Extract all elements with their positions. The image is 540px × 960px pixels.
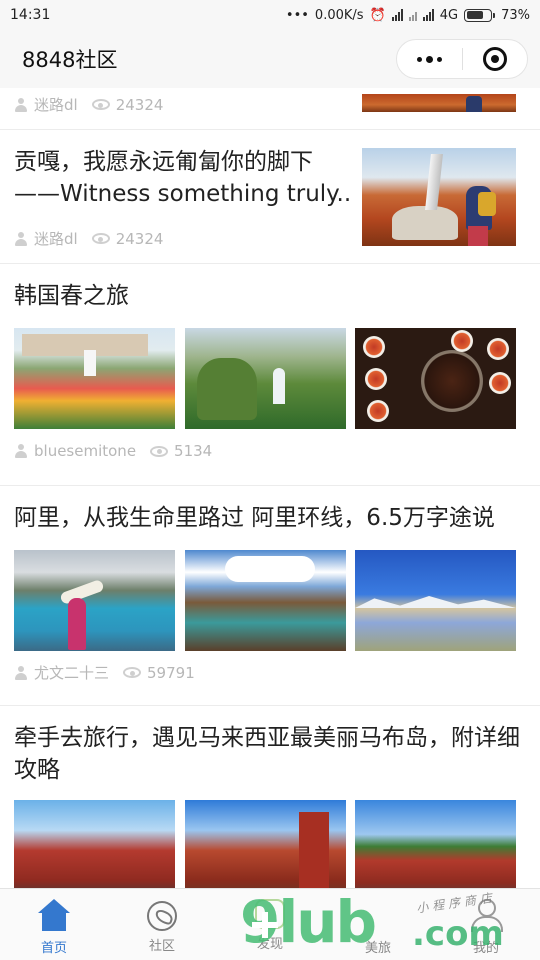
view-count: 5134 [174,442,213,460]
travel-icon [361,899,395,933]
signal-2-icon [408,9,417,21]
views-icon [91,233,110,244]
views-icon [123,667,142,678]
article-image[interactable] [184,550,346,651]
article-title[interactable]: 阿里，从我生命里路过 阿里环线，6.5万字途说 [0,502,509,534]
article-card[interactable]: 迷路dl 24324 [0,88,540,130]
article-image[interactable] [184,800,346,888]
author-name: 尤文二十三 [34,664,110,682]
article-image[interactable] [14,328,175,429]
article-thumbnail[interactable] [362,148,516,246]
nav-bar: 8848社区 [0,30,540,88]
views-icon [150,445,169,457]
close-button[interactable] [463,40,528,78]
article-card[interactable]: 牵手去旅行，遇见马来西亚最美丽马布岛，附详细攻略 [0,706,540,888]
article-feed[interactable]: 迷路dl 24324 贡嘎，我愿永远匍匐你的脚下——Witness someth… [0,88,540,888]
status-bar: 14:31 ••• 0.00K/s ⏰ 4G 73% [0,0,540,30]
article-meta: 迷路dl 24324 [14,228,163,249]
tab-home[interactable]: 首页 [0,889,108,960]
view-count: 24324 [115,95,164,114]
more-button[interactable] [397,40,462,78]
more-icon [416,55,442,63]
article-image[interactable] [355,800,516,888]
tab-travel[interactable]: 美旅 [324,889,432,960]
home-icon [37,899,71,933]
community-icon [147,901,177,931]
author-name: 迷路dl [34,96,78,114]
article-images [14,800,516,888]
article-title[interactable]: 贡嘎，我愿永远匍匐你的脚下——Witness something truly.. [14,146,354,210]
article-title[interactable]: 韩国春之旅 [0,280,143,312]
status-dots: ••• [285,7,309,23]
article-thumbnail[interactable] [362,94,516,112]
article-card[interactable]: 韩国春之旅 bluesemitone 5134 [0,264,540,486]
author-icon [14,231,28,246]
article-image[interactable] [14,800,175,888]
view-count: 59791 [147,663,195,682]
battery-percent: 73% [501,7,530,23]
profile-icon [469,899,503,933]
signal-3-icon [422,9,434,21]
article-images [14,550,516,651]
network-speed: 0.00K/s [314,7,364,23]
article-card[interactable]: 阿里，从我生命里路过 阿里环线，6.5万字途说 尤文二十三 59791 [0,486,540,706]
tab-profile[interactable]: 我的 [432,889,540,960]
tab-label: 发现 [256,937,283,952]
tab-label: 我的 [472,941,499,956]
status-right: ••• 0.00K/s ⏰ 4G 73% [286,8,530,23]
article-image[interactable] [14,550,175,651]
network-type: 4G [439,7,459,23]
status-time: 14:31 [10,7,51,23]
article-image[interactable] [355,328,516,429]
author-name: bluesemitone [34,442,137,460]
article-image[interactable] [355,550,516,651]
discover-icon [255,899,285,929]
article-meta: bluesemitone 5134 [14,442,212,460]
tab-discover[interactable]: 发现 [216,889,324,960]
author-icon [14,665,28,680]
article-title[interactable]: 牵手去旅行，遇见马来西亚最美丽马布岛，附详细攻略 [0,722,540,786]
article-card[interactable]: 贡嘎，我愿永远匍匐你的脚下——Witness something truly..… [0,130,540,264]
tab-community[interactable]: 社区 [108,889,216,960]
mini-program-capsule [396,39,528,79]
tab-bar: 首页 社区 发现 美旅 我的 [0,888,540,960]
author-name: 迷路dl [34,230,78,248]
page-title: 8848社区 [22,48,118,72]
article-meta: 迷路dl 24324 [14,94,163,115]
article-meta: 尤文二十三 59791 [14,662,195,683]
tab-label: 首页 [40,941,67,956]
battery-icon [464,8,496,22]
author-icon [14,444,28,458]
article-image[interactable] [184,328,346,429]
alarm-icon: ⏰ [369,7,386,23]
views-icon [91,99,110,110]
close-target-icon [482,47,507,71]
tab-label: 美旅 [364,941,391,956]
tab-label: 社区 [148,939,175,954]
view-count: 24324 [115,229,164,248]
author-icon [14,97,28,112]
signal-icon [391,9,403,21]
article-images [14,328,516,429]
